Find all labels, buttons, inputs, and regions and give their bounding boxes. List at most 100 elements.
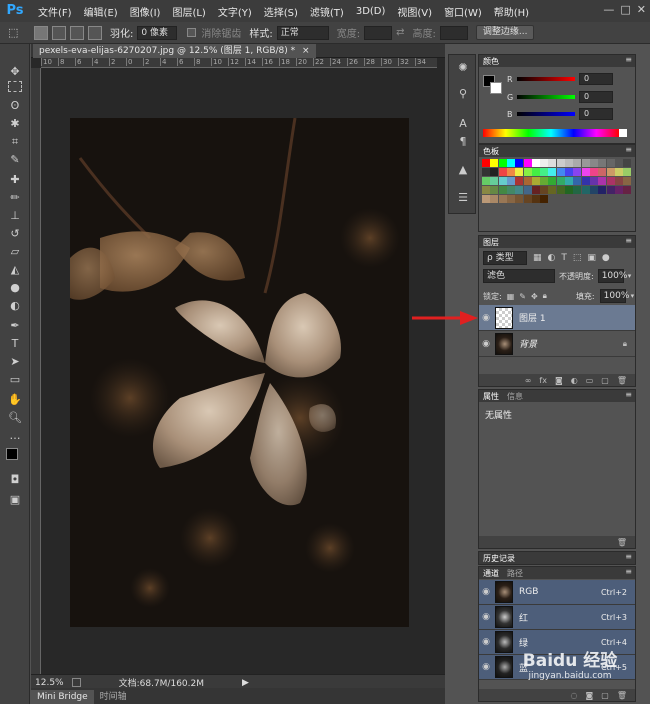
color-swatch[interactable] — [598, 168, 607, 176]
opacity-input[interactable]: 100% — [597, 269, 627, 283]
zoom-tool-icon[interactable]: 🔍︎ — [6, 410, 24, 426]
blend-mode-select[interactable]: 滤色 — [483, 269, 555, 283]
panel-menu-icon[interactable]: ≡ — [625, 567, 632, 576]
foreground-color-swatch[interactable] — [6, 448, 18, 460]
filter-type-icon[interactable]: T — [561, 253, 567, 263]
swatch-grid[interactable] — [482, 159, 632, 213]
layer-name[interactable]: 图层 1 — [519, 311, 546, 324]
color-swatch[interactable] — [498, 186, 507, 194]
color-swatch[interactable] — [623, 159, 632, 167]
dodge-tool-icon[interactable]: ◐ — [6, 298, 24, 314]
refine-edge-button[interactable]: 调整边缘... — [475, 25, 535, 40]
color-swatch[interactable] — [515, 195, 524, 203]
color-swatch[interactable] — [573, 177, 582, 185]
crop-tool-icon[interactable]: ⌗ — [6, 134, 24, 150]
color-swatch[interactable] — [531, 177, 540, 185]
menu-layer[interactable]: 图层(L) — [166, 4, 211, 19]
color-swatch[interactable] — [581, 159, 590, 167]
magic-wand-icon[interactable]: ✱ — [6, 116, 24, 132]
new-group-icon[interactable]: ▭ — [586, 376, 594, 385]
menu-edit[interactable]: 编辑(E) — [78, 4, 124, 19]
color-swatch[interactable] — [606, 186, 615, 194]
color-swatch[interactable] — [523, 159, 532, 167]
color-swatch[interactable] — [598, 186, 607, 194]
document-tab[interactable]: pexels-eva-elijas-6270207.jpg @ 12.5% (图… — [33, 44, 316, 58]
move-tool-icon[interactable]: ✥ — [6, 64, 24, 80]
color-swatch[interactable] — [506, 186, 515, 194]
color-swatch[interactable] — [531, 168, 540, 176]
eyedropper-icon[interactable]: ✎ — [6, 152, 24, 168]
tab-paths[interactable]: 路径 — [507, 568, 523, 579]
color-swatch[interactable] — [540, 159, 549, 167]
marquee-tool-icon[interactable] — [8, 81, 22, 92]
width-input[interactable] — [364, 25, 393, 40]
link-layers-icon[interactable]: ∞ — [525, 376, 532, 385]
eraser-icon[interactable]: ▱ — [6, 244, 24, 260]
color-swatch[interactable] — [573, 168, 582, 176]
color-swatch[interactable] — [548, 186, 557, 194]
tab-timeline[interactable]: 时间轴 — [94, 690, 133, 704]
color-swatch[interactable] — [556, 177, 565, 185]
add-mask-icon[interactable]: ◙ — [555, 376, 563, 385]
color-swatch[interactable] — [606, 159, 615, 167]
filter-shape-icon[interactable]: ⬚ — [573, 253, 582, 263]
pen-tool-icon[interactable]: ✒ — [6, 318, 24, 334]
color-swatch[interactable] — [589, 177, 598, 185]
color-swatch[interactable] — [614, 177, 623, 185]
color-swatch[interactable] — [490, 195, 499, 203]
color-swatch[interactable] — [589, 186, 598, 194]
color-swatch[interactable] — [606, 177, 615, 185]
color-swatch[interactable] — [482, 159, 490, 167]
color-swatch[interactable] — [565, 186, 573, 194]
color-swatch[interactable] — [614, 168, 623, 176]
color-spectrum-bar[interactable] — [483, 129, 619, 137]
color-swatch[interactable] — [506, 177, 515, 185]
horizontal-ruler[interactable]: 10 8 6 4 2 0 2 4 6 8 10 12 14 16 18 20 22 24 26 28 30 32 34 — [41, 58, 437, 68]
brush-tool-icon[interactable]: ✏ — [6, 190, 24, 206]
filter-pixel-icon[interactable]: ▦ — [533, 253, 542, 263]
color-swatch[interactable] — [556, 168, 565, 176]
channel-row[interactable]: ◉ 红 Ctrl+3 — [479, 605, 635, 630]
menu-type[interactable]: 文字(Y) — [212, 4, 258, 19]
color-swatch[interactable] — [556, 186, 565, 194]
feather-input[interactable]: 0 像素 — [137, 25, 178, 40]
rectangle-tool-icon[interactable]: ▭ — [6, 372, 24, 388]
color-swatch[interactable] — [482, 177, 490, 185]
panel-menu-icon[interactable]: ≡ — [625, 236, 632, 245]
r-value[interactable]: 0 — [579, 73, 613, 85]
style-select[interactable]: 正常 — [276, 25, 329, 40]
layer-row[interactable]: ◉ 背景 🔒︎ — [479, 331, 635, 357]
status-info-icon[interactable] — [71, 678, 81, 687]
b-slider[interactable] — [517, 112, 575, 116]
color-swatch[interactable] — [614, 159, 623, 167]
maximize-button[interactable]: □ — [620, 3, 630, 16]
color-swatch[interactable] — [515, 168, 524, 176]
color-swatch[interactable] — [498, 177, 507, 185]
color-swatch[interactable] — [623, 168, 632, 176]
color-swatch[interactable] — [482, 168, 490, 176]
layer-name[interactable]: 背景 — [519, 337, 537, 350]
delete-channel-icon[interactable]: 🗑︎ — [617, 691, 627, 700]
color-swatch[interactable] — [598, 159, 607, 167]
color-swatch[interactable] — [506, 168, 515, 176]
color-swatch[interactable] — [490, 168, 499, 176]
new-selection-icon[interactable] — [34, 25, 48, 40]
panel-menu-icon[interactable]: ≡ — [625, 145, 632, 154]
color-swatch[interactable] — [523, 195, 532, 203]
edit-toolbar-icon[interactable]: … — [6, 428, 24, 444]
vertical-ruler[interactable] — [31, 68, 41, 674]
fill-input[interactable]: 100% — [599, 289, 629, 303]
color-swatch[interactable] — [531, 186, 540, 194]
tab-close-icon[interactable]: × — [302, 46, 310, 56]
delete-layer-icon[interactable]: 🗑︎ — [617, 376, 627, 385]
color-swatch[interactable] — [581, 186, 590, 194]
opacity-dropdown-icon[interactable]: ▾ — [628, 272, 632, 280]
character-icon[interactable]: A — [456, 117, 470, 131]
color-swatch[interactable] — [556, 159, 565, 167]
menu-image[interactable]: 图像(I) — [124, 4, 167, 19]
tab-swatches[interactable]: 色板 — [483, 146, 499, 157]
healing-brush-icon[interactable]: ✚ — [6, 172, 24, 188]
menu-3d[interactable]: 3D(D) — [350, 6, 392, 17]
brush-presets-icon[interactable]: ⚲ — [456, 87, 470, 101]
color-swatch[interactable] — [623, 186, 632, 194]
